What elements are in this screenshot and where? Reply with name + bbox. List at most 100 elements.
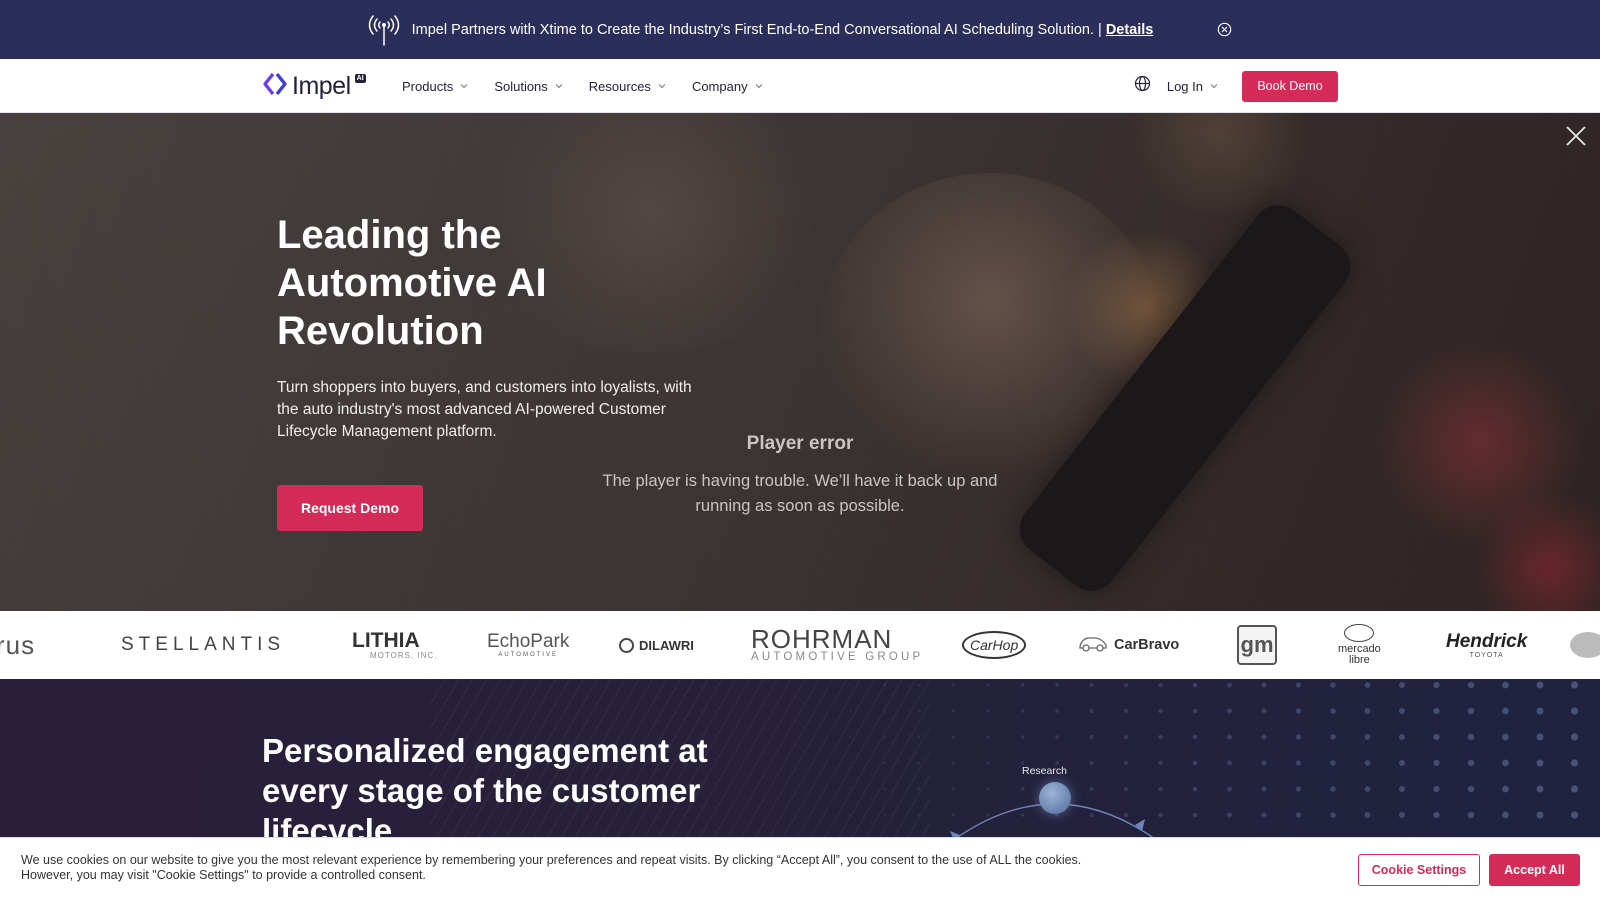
grid-dot [1433, 707, 1440, 715]
grid-dot [1330, 786, 1336, 792]
request-demo-button[interactable]: Request Demo [277, 485, 423, 531]
grid-dot [952, 761, 955, 765]
grid-dot [1536, 811, 1544, 819]
grid-dot [1295, 708, 1302, 714]
close-icon[interactable] [1565, 125, 1587, 147]
logo-ai-badge: AI [354, 74, 366, 83]
grid-dot [917, 761, 921, 765]
grid-dot [1570, 733, 1579, 741]
grid-dot [1227, 682, 1232, 688]
grid-dot [1192, 682, 1198, 688]
menu-resources[interactable]: Resources [589, 79, 666, 94]
player-error-title: Player error [746, 433, 854, 454]
broadcast-tower-icon [368, 13, 400, 47]
grid-dot [1055, 735, 1059, 739]
grid-dot [1020, 683, 1025, 687]
grid-dot [1261, 708, 1267, 714]
grid-dot [1570, 811, 1579, 819]
partner-logo: mercado libre [1338, 611, 1381, 679]
grid-dot [1158, 708, 1163, 714]
grid-dot [1261, 682, 1267, 688]
grid-dot [986, 761, 990, 765]
grid-dot [1467, 681, 1475, 689]
grid-dot [1227, 734, 1232, 740]
grid-dot [1020, 735, 1025, 739]
partner-logo: EchoPark AUTOMOTIVE [487, 631, 570, 659]
grid-dot [1295, 734, 1302, 740]
hero-section: Leading the Automotive AI Revolution Tur… [0, 113, 1600, 611]
grid-dot [883, 735, 886, 739]
grid-dot [1192, 786, 1198, 792]
grid-dot [1364, 734, 1371, 740]
grid-dot [1227, 786, 1232, 792]
chevron-down-icon [555, 84, 563, 89]
grid-dot [1089, 709, 1094, 713]
grid-dot [1227, 760, 1232, 766]
grid-dot [1398, 681, 1406, 689]
grid-dot [1295, 812, 1302, 818]
menu-label: Resources [588, 78, 651, 94]
book-demo-button[interactable]: Book Demo [1242, 70, 1338, 102]
grid-dot [1364, 812, 1371, 818]
research-node[interactable] [1039, 782, 1071, 814]
cookie-settings-button[interactable]: Cookie Settings [1358, 854, 1480, 886]
grid-dot [1433, 681, 1440, 689]
login-menu[interactable]: Log In [1167, 79, 1218, 94]
grid-dot [1123, 734, 1129, 740]
grid-dot [1433, 759, 1440, 767]
grid-dot [1536, 681, 1544, 689]
grid-dot [952, 709, 955, 713]
impel-logo[interactable]: Impel AI [262, 72, 366, 101]
menu-company[interactable]: Company [692, 79, 763, 94]
grid-dot [1502, 759, 1509, 767]
grid-dot [883, 709, 886, 713]
grid-dot [848, 787, 852, 791]
grid-dot [1467, 707, 1475, 715]
partner-logo: CarBravo [1078, 611, 1179, 679]
menu-solutions[interactable]: Solutions [494, 79, 563, 94]
accept-all-button[interactable]: Accept All [1489, 854, 1580, 886]
player-error-message: The player is having trouble. We’ll have… [602, 472, 998, 515]
grid-dot [952, 683, 955, 687]
grid-dot [1261, 734, 1267, 740]
partner-logo [1570, 611, 1600, 679]
menu-products[interactable]: Products [402, 79, 468, 94]
grid-dot [1192, 812, 1198, 818]
grid-dot [1502, 785, 1509, 793]
emblem-icon [1570, 632, 1600, 658]
announcement-details-link[interactable]: Details [1106, 22, 1154, 38]
cookie-message: We use cookies on our website to give yo… [21, 853, 1082, 882]
grid-dot [1433, 811, 1440, 819]
grid-dot [1570, 707, 1579, 715]
grid-dot [1398, 811, 1406, 819]
grid-dot [952, 735, 955, 739]
partner-logo: gm [1237, 611, 1277, 679]
grid-dot [1123, 760, 1129, 766]
grid-dot [1570, 681, 1579, 689]
grid-dot [1536, 759, 1544, 767]
globe-icon[interactable] [1134, 75, 1151, 97]
grid-dot [1364, 708, 1371, 714]
grid-dot [848, 761, 852, 765]
main-navbar: Impel AI Products Solutions Resources Co… [0, 59, 1600, 113]
grid-dot [1192, 734, 1198, 740]
grid-dot [1089, 735, 1094, 739]
chevron-down-icon [1210, 84, 1218, 89]
engagement-heading: Personalized engagement at every stage o… [262, 732, 708, 849]
grid-dot [1570, 759, 1579, 767]
partner-logo: Hendrick TOYOTA [1446, 630, 1528, 659]
login-label: Log In [1166, 78, 1203, 94]
grid-dot [1295, 682, 1302, 688]
grid-dot [1330, 812, 1336, 818]
grid-dot [917, 735, 921, 739]
grid-dot [1536, 733, 1544, 741]
hero-overlay [0, 113, 1600, 611]
grid-dot [986, 683, 990, 687]
grid-dot [1158, 760, 1163, 766]
hero-title: Leading the Automotive AI Revolution [277, 213, 547, 353]
circle-close-icon[interactable] [1217, 22, 1232, 37]
grid-dot [1089, 761, 1094, 765]
grid-dot [1398, 785, 1406, 793]
handshake-icon [1344, 624, 1375, 642]
grid-dot [1536, 785, 1544, 793]
